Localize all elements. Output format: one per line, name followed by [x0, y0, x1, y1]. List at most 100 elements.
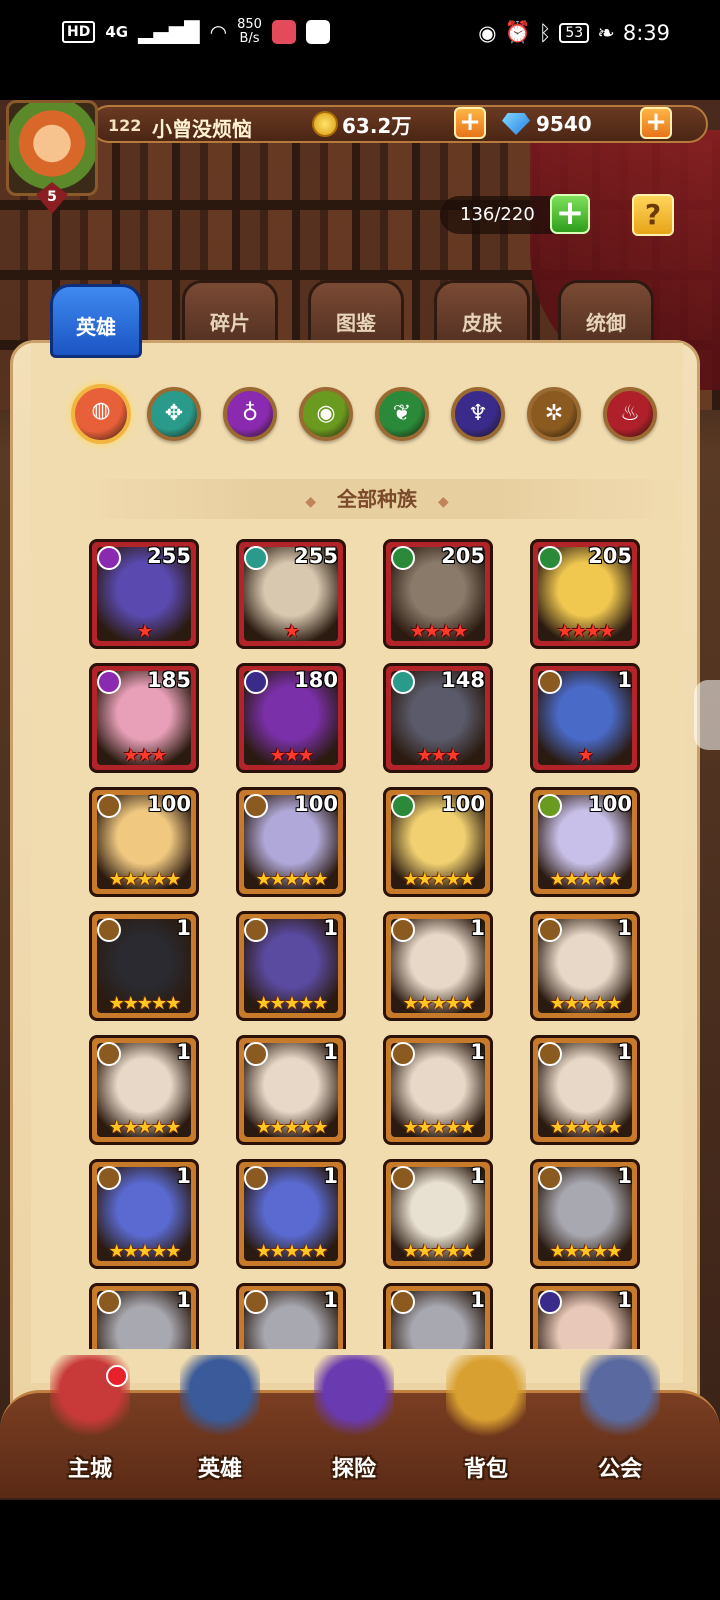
- hero-stars: ★★★★★: [255, 869, 329, 890]
- hero-faction-icon: [244, 1290, 268, 1314]
- hero-card[interactable]: 1 ★★★★★: [236, 1035, 346, 1145]
- hero-faction-icon: [391, 1166, 415, 1190]
- hero-card[interactable]: 1 ★★★★★: [383, 1035, 493, 1145]
- hero-faction-icon: [244, 1166, 268, 1190]
- hero-level: 185: [147, 668, 191, 692]
- side-scroll-handle[interactable]: [694, 680, 720, 750]
- hero-faction-icon: [97, 1166, 121, 1190]
- shopping-app-icon: [305, 20, 330, 44]
- hero-level: 1: [470, 1164, 485, 1188]
- hero-stars: ★★★: [122, 745, 167, 766]
- hero-card[interactable]: 1: [89, 1283, 199, 1349]
- hero-card[interactable]: 255 ★: [89, 539, 199, 649]
- nav-main-city[interactable]: 主城: [30, 1355, 150, 1495]
- hero-faction-icon: [97, 546, 121, 570]
- avatar-portrait: [6, 100, 98, 196]
- add-gold-button[interactable]: +: [454, 107, 486, 139]
- all-factions-icon[interactable]: ◍: [71, 384, 131, 444]
- hero-level: 1: [470, 916, 485, 940]
- nature-faction-icon[interactable]: ◉: [299, 387, 353, 441]
- hero-faction-icon: [538, 1042, 562, 1066]
- hero-card[interactable]: 1: [530, 1283, 640, 1349]
- help-button[interactable]: ?: [632, 194, 674, 236]
- hero-card[interactable]: 100 ★★★★★: [89, 787, 199, 897]
- tab-heroes[interactable]: 英雄: [50, 284, 142, 358]
- nav-label: 探险: [331, 1457, 376, 1482]
- hero-stars: ★★★★★: [108, 1117, 182, 1138]
- hero-card[interactable]: 1 ★★★★★: [236, 911, 346, 1021]
- hero-faction-icon: [538, 794, 562, 818]
- fire-faction-icon[interactable]: ♨: [603, 387, 657, 441]
- faction-filter-row: ◍ ✥ ♁ ◉ ❦ ♆ ✲ ♨: [71, 384, 681, 447]
- expand-capacity-button[interactable]: +: [550, 194, 590, 234]
- hero-stars: ★★★★: [409, 621, 469, 642]
- hero-card[interactable]: 148 ★★★: [383, 663, 493, 773]
- eye-icon: ◉: [478, 20, 497, 45]
- hero-stars: ★: [577, 745, 594, 766]
- hero-faction-icon: [244, 918, 268, 942]
- race-title: ◆ 全部种族 ◆: [71, 479, 683, 519]
- hero-level: 180: [294, 668, 338, 692]
- hero-level: 255: [147, 544, 191, 568]
- hero-faction-icon: [391, 670, 415, 694]
- hero-level: 1: [323, 916, 338, 940]
- nav-guild[interactable]: 公会: [560, 1355, 680, 1495]
- hero-level: 1: [470, 1040, 485, 1064]
- nav-explore[interactable]: 探险: [294, 1355, 414, 1495]
- hero-stars: ★★★★★: [255, 993, 329, 1014]
- hero-level: 1: [176, 1040, 191, 1064]
- shadow-faction-icon[interactable]: ♁: [223, 387, 277, 441]
- hero-card[interactable]: 100 ★★★★★: [383, 787, 493, 897]
- hero-card[interactable]: 180 ★★★: [236, 663, 346, 773]
- light-faction-icon[interactable]: ✲: [527, 387, 581, 441]
- hero-card[interactable]: 255 ★: [236, 539, 346, 649]
- hero-card[interactable]: 1 ★★★★★: [383, 1159, 493, 1269]
- hero-card[interactable]: 1 ★: [530, 663, 640, 773]
- nav-label: 主城: [67, 1457, 112, 1482]
- hero-card[interactable]: 1 ★★★★★: [236, 1159, 346, 1269]
- forest-faction-icon[interactable]: ✥: [147, 387, 201, 441]
- leaf-faction-icon[interactable]: ❦: [375, 387, 429, 441]
- hero-card[interactable]: 100 ★★★★★: [236, 787, 346, 897]
- add-gems-button[interactable]: +: [640, 107, 672, 139]
- hero-screen: 122 小曾没烦恼 63.2万 + 9540 + 5 136/220 + ? 碎…: [0, 100, 720, 1500]
- hero-faction-icon: [244, 1042, 268, 1066]
- nav-label: 公会: [597, 1457, 642, 1482]
- nav-heroes[interactable]: 英雄: [160, 1355, 280, 1495]
- hero-card[interactable]: 205 ★★★★: [383, 539, 493, 649]
- hero-stars: ★★★★★: [402, 1241, 476, 1262]
- net-speed-value: 850: [237, 17, 262, 32]
- hero-stars: ★★★★★: [549, 993, 623, 1014]
- hero-level: 1: [323, 1288, 338, 1312]
- hero-card[interactable]: 1 ★★★★★: [530, 911, 640, 1021]
- nav-explore-icon: [314, 1355, 394, 1443]
- hero-card[interactable]: 205 ★★★★: [530, 539, 640, 649]
- hero-card[interactable]: 100 ★★★★★: [530, 787, 640, 897]
- hero-card[interactable]: 185 ★★★: [89, 663, 199, 773]
- hero-stars: ★★★: [416, 745, 461, 766]
- status-left: HD 4G ▂▄▆█ ◠ 850 B/s: [62, 18, 330, 46]
- nav-heroes-icon: [180, 1355, 260, 1443]
- player-avatar[interactable]: 5: [0, 100, 104, 214]
- gold-coin-icon: [312, 111, 338, 137]
- race-title-text: 全部种族: [337, 487, 417, 511]
- hero-level: 148: [441, 668, 485, 692]
- hero-card[interactable]: 1 ★★★★★: [89, 1159, 199, 1269]
- notification-dot: [106, 1365, 128, 1387]
- hero-level: 205: [441, 544, 485, 568]
- hero-card[interactable]: 1: [236, 1283, 346, 1349]
- net-speed: 850 B/s: [237, 18, 262, 46]
- wifi-icon: ◠: [209, 20, 228, 44]
- gem-amount: 9540: [536, 112, 592, 136]
- hero-card[interactable]: 1 ★★★★★: [89, 911, 199, 1021]
- demon-faction-icon[interactable]: ♆: [451, 387, 505, 441]
- nav-label: 背包: [463, 1457, 508, 1482]
- nav-backpack[interactable]: 背包: [426, 1355, 546, 1495]
- hero-card[interactable]: 1 ★★★★★: [383, 911, 493, 1021]
- hero-level: 205: [588, 544, 632, 568]
- hero-card[interactable]: 1 ★★★★★: [530, 1035, 640, 1145]
- hero-card[interactable]: 1 ★★★★★: [530, 1159, 640, 1269]
- hero-faction-icon: [97, 794, 121, 818]
- hero-card[interactable]: 1: [383, 1283, 493, 1349]
- hero-card[interactable]: 1 ★★★★★: [89, 1035, 199, 1145]
